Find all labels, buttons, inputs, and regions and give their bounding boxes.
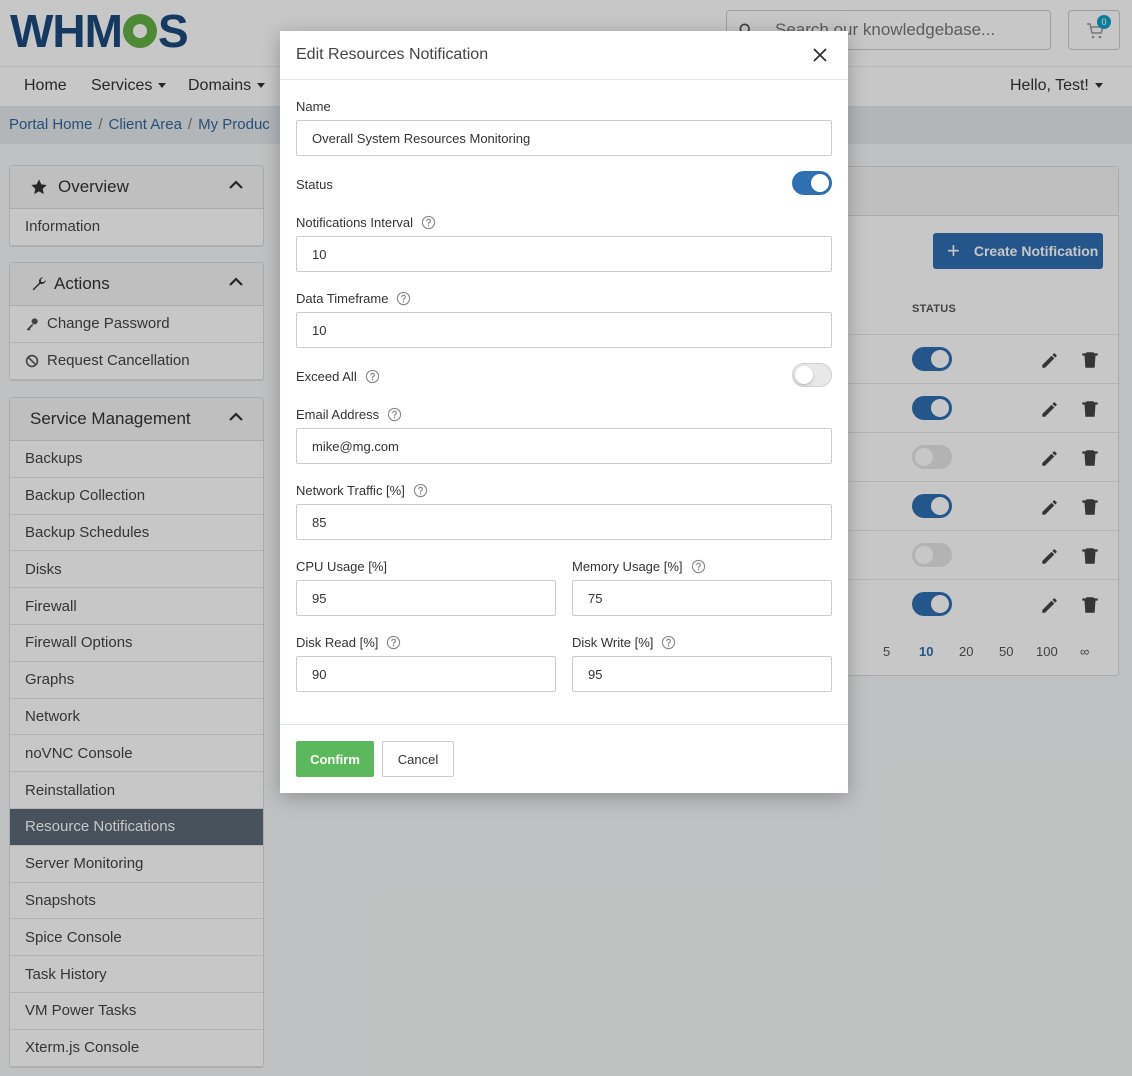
disk-read-label-text: Disk Read [%] xyxy=(296,635,379,650)
notifications-interval-input[interactable]: 10 xyxy=(296,236,832,272)
name-label: Name xyxy=(296,99,331,114)
disk-read-label: Disk Read [%] xyxy=(296,635,401,650)
disk-write-value: 95 xyxy=(588,666,603,682)
cpu-usage-input[interactable]: 95 xyxy=(296,580,556,616)
exceed-all-label-text: Exceed All xyxy=(296,369,357,384)
status-toggle[interactable] xyxy=(792,171,832,195)
data-timeframe-label: Data Timeframe xyxy=(296,291,411,306)
exceed-all-label: Exceed All xyxy=(296,369,380,384)
help-icon[interactable] xyxy=(691,559,706,574)
modal-header: Edit Resources Notification xyxy=(280,31,848,80)
name-label-text: Name xyxy=(296,99,331,114)
network-traffic-label-text: Network Traffic [%] xyxy=(296,483,405,498)
network-traffic-value: 85 xyxy=(312,514,327,530)
network-traffic-input[interactable]: 85 xyxy=(296,504,832,540)
memory-usage-input[interactable]: 75 xyxy=(572,580,832,616)
help-icon[interactable] xyxy=(396,291,411,306)
email-address-input[interactable]: mike@mg.com xyxy=(296,428,832,464)
memory-usage-label: Memory Usage [%] xyxy=(572,559,706,574)
toggle-knob xyxy=(811,174,829,192)
email-address-value: mike@mg.com xyxy=(312,438,399,454)
email-address-label: Email Address xyxy=(296,407,402,422)
status-label: Status xyxy=(296,177,333,192)
help-icon[interactable] xyxy=(365,369,380,384)
edit-resources-notification-modal: Edit Resources Notification Name Overall… xyxy=(280,31,848,793)
confirm-label: Confirm xyxy=(310,751,360,767)
close-icon[interactable] xyxy=(812,47,828,63)
help-icon[interactable] xyxy=(413,483,428,498)
help-icon[interactable] xyxy=(661,635,676,650)
disk-write-label: Disk Write [%] xyxy=(572,635,676,650)
notifications-interval-value: 10 xyxy=(312,246,327,262)
help-icon[interactable] xyxy=(421,215,436,230)
data-timeframe-label-text: Data Timeframe xyxy=(296,291,389,306)
help-icon[interactable] xyxy=(387,407,402,422)
modal-footer: Confirm Cancel xyxy=(280,724,848,793)
toggle-knob xyxy=(795,366,813,384)
exceed-all-toggle[interactable] xyxy=(792,363,832,387)
name-input[interactable]: Overall System Resources Monitoring xyxy=(296,120,832,156)
confirm-button[interactable]: Confirm xyxy=(296,741,374,777)
disk-write-label-text: Disk Write [%] xyxy=(572,635,654,650)
memory-usage-label-text: Memory Usage [%] xyxy=(572,559,683,574)
data-timeframe-value: 10 xyxy=(312,322,327,338)
network-traffic-label: Network Traffic [%] xyxy=(296,483,428,498)
disk-read-value: 90 xyxy=(312,666,327,682)
notifications-interval-label: Notifications Interval xyxy=(296,215,436,230)
cpu-usage-label-text: CPU Usage [%] xyxy=(296,559,388,574)
status-label-text: Status xyxy=(296,177,333,192)
data-timeframe-input[interactable]: 10 xyxy=(296,312,832,348)
cancel-label: Cancel xyxy=(397,751,439,767)
cancel-button[interactable]: Cancel xyxy=(382,741,454,777)
email-address-label-text: Email Address xyxy=(296,407,380,422)
modal-title: Edit Resources Notification xyxy=(296,46,489,63)
name-value: Overall System Resources Monitoring xyxy=(312,130,531,146)
cpu-usage-value: 95 xyxy=(312,590,327,606)
help-icon[interactable] xyxy=(386,635,401,650)
cpu-usage-label: CPU Usage [%] xyxy=(296,559,387,574)
disk-read-input[interactable]: 90 xyxy=(296,656,556,692)
memory-usage-value: 75 xyxy=(588,590,603,606)
notifications-interval-label-text: Notifications Interval xyxy=(296,215,414,230)
disk-write-input[interactable]: 95 xyxy=(572,656,832,692)
